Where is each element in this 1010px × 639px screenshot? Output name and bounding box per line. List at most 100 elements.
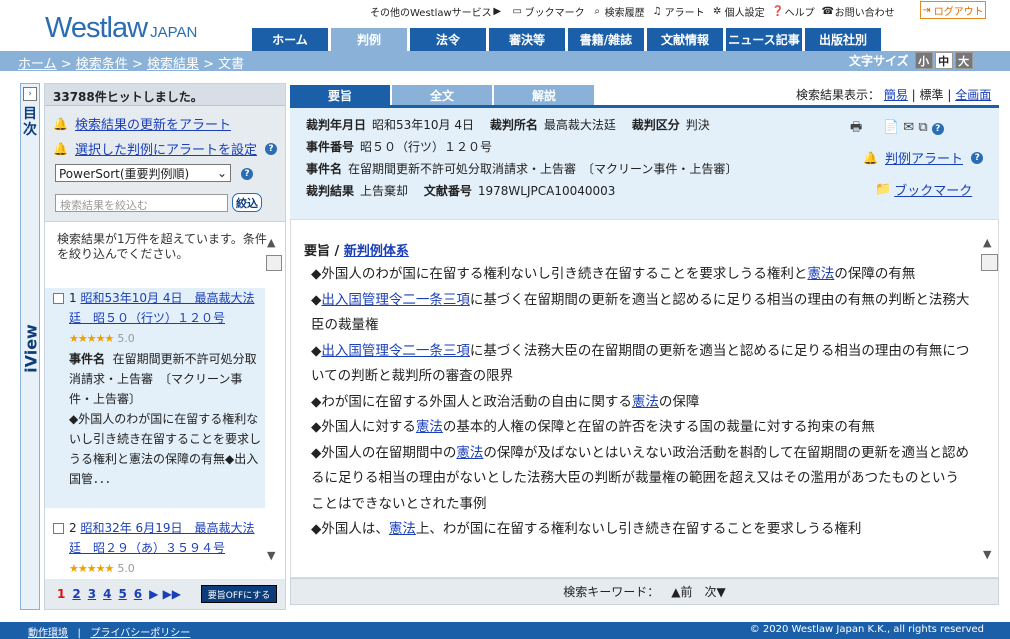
sort-select[interactable]: PowerSort(重要判例順) ⌄ [55, 164, 231, 182]
narrow-button[interactable]: 絞込 [232, 193, 262, 212]
summary-off-button[interactable]: 要旨OFFにする [201, 585, 277, 603]
law-link[interactable]: 憲法 [632, 394, 659, 410]
result-list: 検索結果が1万件を超えています。条件を絞り込んでください。 ▲ ▼ 1 昭和53… [45, 221, 285, 579]
result-checkbox[interactable] [53, 293, 64, 304]
scroll-up-icon[interactable]: ▲ [267, 236, 275, 249]
help-icon: ❓ [771, 5, 785, 17]
meta-court: 最高裁大法廷 [543, 118, 616, 132]
folder-icon: ▭ [512, 5, 522, 17]
help-icon[interactable]: ? [971, 151, 984, 164]
util-settings[interactable]: ✲ 個人設定 [712, 4, 765, 19]
export-icon[interactable]: ⧉ [918, 120, 927, 135]
logout-icon: ⇥ [922, 4, 931, 16]
page-2[interactable]: 2 [72, 587, 80, 601]
tab-decisions[interactable]: 審決等 [489, 28, 565, 51]
util-bookmark[interactable]: ▭ ブックマーク [512, 4, 584, 19]
scrollbar-thumb[interactable] [266, 255, 282, 271]
util-search-history[interactable]: ⌕ 検索履歴 [592, 4, 644, 19]
law-link[interactable]: 憲法 [389, 521, 416, 537]
case-metadata: 裁判年月日 昭和53年10月 4日 裁判所名 最高裁大法廷 裁判区分 判決 事件番号昭… [290, 105, 999, 219]
toc-expand-button[interactable]: › [23, 87, 37, 101]
law-link[interactable]: 憲法 [807, 266, 834, 282]
chevron-right-icon: › [28, 89, 32, 99]
rating-stars: ★★★★★ [69, 562, 114, 575]
font-size-medium[interactable]: 中 [934, 52, 953, 69]
list-item: 2 昭和32年 6月19日 最高裁大法廷 昭２９（あ）３５９４号 ★★★★★ 5.… [45, 518, 265, 579]
tab-fulltext[interactable]: 全文 [392, 85, 492, 105]
westlaw-logo[interactable]: Westlaw JAPAN [45, 12, 197, 45]
page-1[interactable]: 1 [57, 587, 65, 601]
alert-update-row: 🔔 検索結果の更新をアラート [53, 114, 231, 134]
scroll-up-icon[interactable]: ▲ [983, 236, 991, 249]
help-icon[interactable]: ? [931, 123, 944, 135]
font-size-small[interactable]: 小 [914, 52, 933, 69]
law-link[interactable]: 憲法 [416, 419, 443, 435]
keyword-next-button[interactable]: 次▼ [705, 583, 726, 600]
footer-env-link[interactable]: 動作環境 [28, 628, 68, 639]
result-checkbox[interactable] [53, 523, 64, 534]
meta-row-1: 裁判年月日 昭和53年10月 4日 裁判所名 最高裁大法廷 裁判区分 判決 [306, 118, 710, 132]
keyword-nav: 検索キーワード： ▲前 次▼ [290, 578, 999, 605]
law-link[interactable]: 出入国管理令二一条三項 [321, 343, 470, 359]
case-alert-link[interactable]: 判例アラート [885, 148, 963, 167]
page-next-icon[interactable]: ▶ ▶▶ [149, 587, 181, 601]
summary-para: ◆外国人のわが国に在留する権利ないし引き続き在留することを要求しうる権利と憲法の… [311, 266, 916, 282]
footer-privacy-link[interactable]: プライバシーポリシー [90, 628, 190, 639]
item-title-link[interactable]: 昭和32年 6月19日 最高裁大法廷 昭２９（あ）３５９４号 [69, 521, 254, 555]
download-icon[interactable]: 📄 [883, 120, 899, 135]
scroll-down-icon[interactable]: ▼ [983, 548, 991, 561]
logout-button[interactable]: ⇥ ログアウト [920, 1, 986, 19]
help-icon[interactable]: ? [265, 142, 278, 155]
page-4[interactable]: 4 [103, 587, 111, 601]
iview-label[interactable]: iView [22, 324, 41, 374]
breadcrumb-results[interactable]: 検索結果 [147, 57, 199, 72]
alert-selected-link[interactable]: 選択した判例にアラートを設定 [75, 139, 257, 158]
body-heading-link[interactable]: 新判例体系 [344, 244, 409, 259]
pagination: 1 2 3 4 5 6 ▶ ▶▶ [57, 587, 188, 601]
display-simple[interactable]: 簡易 [884, 88, 908, 102]
tab-commentary[interactable]: 解説 [494, 85, 594, 105]
page-3[interactable]: 3 [88, 587, 96, 601]
keyword-label: 検索キーワード： [563, 585, 660, 599]
alert-update-link[interactable]: 検索結果の更新をアラート [75, 114, 231, 133]
tab-books[interactable]: 書籍/雑誌 [568, 28, 644, 51]
body-heading: 要旨 / 新判例体系 [304, 244, 409, 259]
scroll-down-icon[interactable]: ▼ [267, 549, 275, 562]
law-link[interactable]: 憲法 [456, 445, 483, 461]
bookmark-link[interactable]: ブックマーク [894, 180, 972, 199]
font-size-large[interactable]: 大 [954, 52, 973, 69]
page-6[interactable]: 6 [134, 587, 142, 601]
tab-literature[interactable]: 文献情報 [647, 28, 723, 51]
footer: 動作環境 | プライバシーポリシー © 2020 Westlaw Japan K… [0, 622, 1010, 639]
narrow-input[interactable]: 検索結果を絞込む [55, 194, 228, 212]
breadcrumb-home[interactable]: ホーム [18, 57, 57, 72]
print-icon[interactable]: 🖶 [850, 120, 862, 135]
tab-cases[interactable]: 判例 [331, 28, 407, 51]
util-alert[interactable]: ♫ アラート [652, 4, 705, 19]
util-help[interactable]: ❓ ヘルプ [772, 4, 815, 19]
keyword-prev-button[interactable]: ▲前 [671, 583, 692, 600]
tab-news[interactable]: ニュース記事 [726, 28, 802, 51]
page-5[interactable]: 5 [118, 587, 126, 601]
summary-para: ◆わが国に在留する外国人と政治活動の自由に関する憲法の保障 [311, 393, 700, 410]
display-fullscreen[interactable]: 全画面 [955, 88, 991, 102]
item-title-link[interactable]: 昭和53年10月 4日 最高裁大法廷 昭５０（行ツ）１２０号 [69, 291, 254, 325]
law-link[interactable]: 出入国管理令二一条三項 [321, 292, 470, 308]
toc-label[interactable]: 目次 [23, 106, 37, 138]
rating-stars: ★★★★★ [69, 332, 114, 345]
bell-icon: 🔔 [53, 116, 68, 131]
tab-statutes[interactable]: 法令 [410, 28, 486, 51]
tab-summary[interactable]: 要旨 [290, 85, 390, 105]
scrollbar-thumb[interactable] [981, 254, 998, 271]
mail-icon[interactable]: ✉ [903, 120, 914, 135]
meta-row-2: 事件番号 昭５０（行ツ）１２０号 [306, 140, 493, 154]
tab-home[interactable]: ホーム [252, 28, 328, 51]
tab-publishers[interactable]: 出版社別 [805, 28, 881, 51]
logo-sub: JAPAN [150, 24, 198, 41]
rating-value: 5.0 [117, 562, 135, 575]
breadcrumb-search[interactable]: 検索条件 [76, 57, 128, 72]
util-other-services[interactable]: その他のWestlawサービス ▶ [370, 4, 505, 19]
summary-para: ◆外国人は、憲法上、わが国に在留する権利ないし引き続き在留することを要求しうる権… [311, 521, 862, 537]
help-icon[interactable]: ? [241, 168, 253, 180]
util-contact[interactable]: ☎ お問い合わせ [822, 4, 895, 19]
